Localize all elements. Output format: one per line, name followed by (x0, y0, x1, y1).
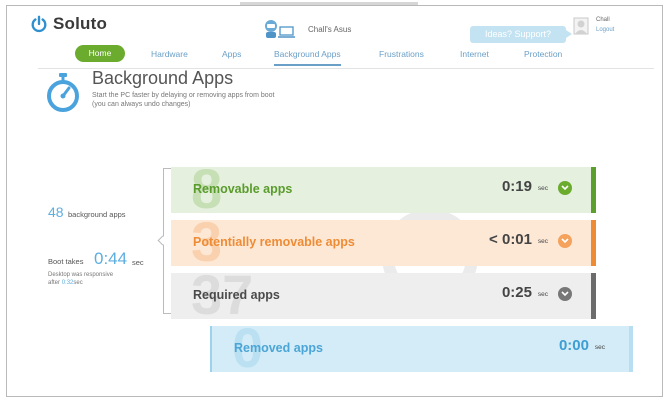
required-time: 0:25 (501, 284, 532, 301)
boot-time-unit: sec (132, 258, 144, 267)
desktop-responsive-note: Desktop was responsive after 0:32sec (48, 271, 138, 287)
nav-frustrations[interactable]: Frustrations (379, 49, 424, 59)
desktop-time: 0:32 (61, 280, 74, 286)
background-apps-count: 48 (48, 204, 64, 220)
potential-unit: sec (537, 238, 548, 245)
nav-internet[interactable]: Internet (460, 49, 489, 59)
nav-home[interactable]: Home (75, 45, 125, 62)
background-apps-label: background apps (68, 210, 126, 219)
logout-link[interactable]: Logout (596, 27, 614, 33)
support-button[interactable]: Ideas? Support? (470, 26, 572, 43)
required-unit: sec (537, 291, 548, 298)
boot-time: 0:44 (94, 249, 128, 268)
page-subtitle-line1: Start the PC faster by delaying or remov… (92, 92, 275, 99)
potentially-removable-apps-bar[interactable]: 3 Potentially removable apps < 0:01 sec (171, 214, 596, 270)
potential-edge (591, 220, 596, 266)
chevron-down-icon[interactable] (558, 181, 572, 195)
user-avatar-icon[interactable] (573, 17, 589, 35)
desktop-note-after: after (48, 280, 61, 286)
removable-unit: sec (537, 185, 548, 192)
soluto-logo[interactable]: Soluto (30, 14, 107, 34)
boot-takes-label: Boot takes (48, 257, 84, 266)
page-subtitle-line2: (you can always undo changes) (92, 101, 191, 108)
required-edge (591, 273, 596, 319)
removable-apps-bar[interactable]: 8 Removable apps 0:19 sec (171, 161, 596, 217)
nav-protection[interactable]: Protection (524, 49, 562, 59)
page-subtitle: Start the PC faster by delaying or remov… (92, 91, 312, 109)
page-title: Background Apps (92, 68, 234, 88)
removable-time: 0:19 (501, 178, 532, 195)
desktop-time-unit: sec (73, 280, 83, 286)
removed-edge (629, 326, 633, 372)
removed-unit: sec (594, 344, 605, 351)
required-label: Required apps (193, 288, 280, 302)
removed-apps-bar[interactable]: 0 Removed apps 0:00 sec (210, 320, 633, 376)
nav-background-apps[interactable]: Background Apps (274, 49, 341, 66)
potential-label: Potentially removable apps (193, 235, 355, 249)
removed-time: 0:00 (558, 337, 589, 354)
user-name: Chall (596, 17, 610, 23)
removable-edge (591, 167, 596, 213)
power-icon (31, 15, 47, 33)
computer-name: Chall's Asus (308, 24, 352, 34)
removed-label: Removed apps (234, 341, 323, 355)
chevron-down-icon[interactable] (558, 287, 572, 301)
computer-selector[interactable]: Chall's Asus (262, 19, 351, 39)
removable-label: Removable apps (193, 182, 293, 196)
desktop-note-line2: after 0:32sec (48, 279, 138, 287)
nav-hardware[interactable]: Hardware (151, 49, 188, 59)
logo-text: Soluto (53, 14, 108, 33)
robot-computer-icon (265, 20, 295, 38)
nav-apps[interactable]: Apps (222, 49, 241, 59)
stopwatch-icon (47, 73, 79, 112)
required-apps-bar[interactable]: 37 Required apps 0:25 sec (171, 267, 596, 323)
potential-time: < 0:01 (489, 231, 532, 248)
chevron-down-icon[interactable] (558, 234, 572, 248)
desktop-note-line1: Desktop was responsive (48, 272, 114, 278)
